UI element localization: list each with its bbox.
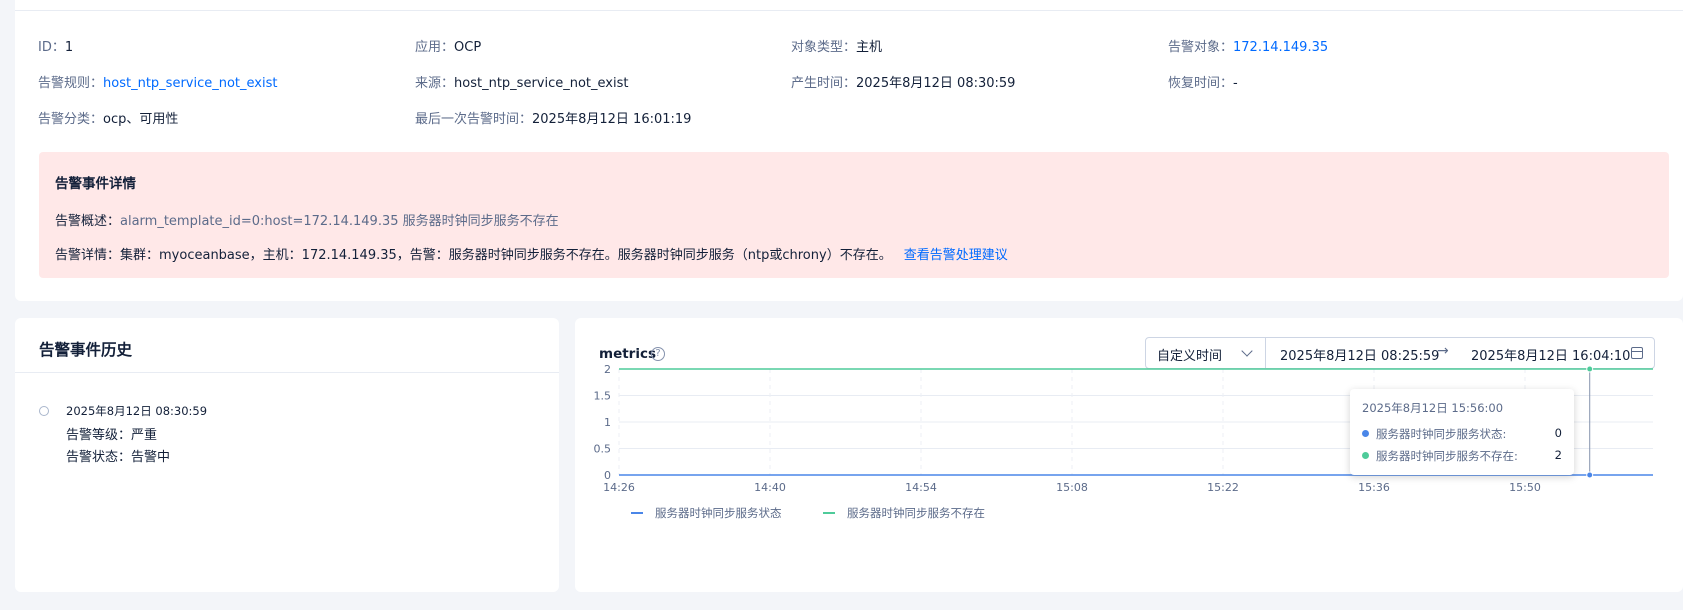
field-source: 来源：host_ntp_service_not_exist [415,72,628,91]
field-target: 告警对象：172.14.149.35 [1168,36,1328,55]
tooltip-row-not-exist: 服务器时钟同步服务不存在: 2 [1362,448,1562,464]
tooltip-row-value: 2 [1554,448,1562,462]
recovered-time-value: - [1233,76,1238,91]
tooltip-row-status: 服务器时钟同步服务状态: 0 [1362,426,1562,442]
field-rule: 告警规则：host_ntp_service_not_exist [38,72,277,91]
field-id: ID：1 [38,36,73,55]
alarm-summary-label: 告警概述： [55,214,121,229]
legend-label: 服务器时钟同步服务状态 [655,506,782,520]
series-dot-icon [1362,452,1369,459]
target-label: 告警对象： [1168,40,1234,55]
field-object-type: 对象类型：主机 [791,36,882,55]
alarm-history-card: 告警事件历史 2025年8月12日 08:30:59 告警等级：严重 告警状态：… [15,318,559,592]
tooltip-row-value: 0 [1554,426,1562,440]
id-value: 1 [64,40,74,55]
timeline-status: 告警状态：告警中 [66,450,171,465]
alarm-detail-label: 告警详情： [55,248,121,263]
target-link[interactable]: 172.14.149.35 [1233,40,1328,55]
rule-label: 告警规则： [38,76,104,91]
card-divider [15,10,1683,11]
category-label: 告警分类： [38,112,104,127]
timeline-dot-icon [39,406,49,416]
alarm-detail-title: 告警事件详情 [55,176,136,192]
timeline-level: 告警等级：严重 [66,428,158,443]
last-alarm-time-value: 2025年8月12日 16:01:19 [532,112,692,127]
last-alarm-time-label: 最后一次告警时间： [415,112,533,127]
series-hover-point [1586,365,1594,373]
recovered-time-label: 恢复时间： [1168,76,1234,91]
source-label: 来源： [415,76,455,91]
y-tick-label: 1 [604,416,611,429]
app-label: 应用： [415,40,455,55]
x-tick-label: 14:40 [754,481,786,494]
y-tick-label: 1.5 [594,390,612,403]
alarm-detail-row: 告警详情：集群：myoceanbase，主机：172.14.149.35，告警：… [55,244,1008,263]
metrics-card: metrics ? 自定义时间 2025年8月12日 08:25:59 → 20… [575,318,1683,592]
created-time-label: 产生时间： [791,76,857,91]
view-advice-link[interactable]: 查看告警处理建议 [904,248,1008,263]
source-value: host_ntp_service_not_exist [454,76,629,91]
alarm-detail-value: 集群：myoceanbase，主机：172.14.149.35，告警：服务器时钟… [120,248,892,263]
object-type-value: 主机 [856,40,883,55]
alarm-summary-value: alarm_template_id=0:host=172.14.149.35 服… [120,214,559,229]
chart-tooltip: 2025年8月12日 15:56:00 服务器时钟同步服务状态: 0 服务器时钟同… [1350,389,1574,475]
x-tick-label: 15:08 [1056,481,1088,494]
y-tick-label: 2 [604,363,611,376]
id-label: ID： [38,40,65,55]
field-app: 应用：OCP [415,36,481,55]
tooltip-row-name: 服务器时钟同步服务不存在: [1376,449,1518,463]
alarm-info-card: ID：1 应用：OCP 对象类型：主机 告警对象：172.14.149.35 告… [15,0,1683,301]
tooltip-time: 2025年8月12日 15:56:00 [1362,401,1504,415]
alarm-detail-box: 告警事件详情 告警概述：alarm_template_id=0:host=172… [39,152,1669,278]
field-created-time: 产生时间：2025年8月12日 08:30:59 [791,72,1015,91]
y-tick-label: 0.5 [594,443,612,456]
x-tick-label: 15:22 [1207,481,1239,494]
created-time-value: 2025年8月12日 08:30:59 [856,76,1016,91]
alarm-summary-row: 告警概述：alarm_template_id=0:host=172.14.149… [55,210,559,229]
x-tick-label: 14:26 [603,481,635,494]
history-divider [15,372,559,373]
series-dot-icon [1362,430,1369,437]
app-value: OCP [454,40,482,55]
x-tick-label: 14:54 [905,481,937,494]
timeline-time: 2025年8月12日 08:30:59 [66,404,208,418]
x-tick-label: 15:36 [1358,481,1390,494]
field-last-alarm-time: 最后一次告警时间：2025年8月12日 16:01:19 [415,108,691,127]
history-title: 告警事件历史 [39,341,133,359]
category-value: ocp、可用性 [103,112,179,127]
field-category: 告警分类：ocp、可用性 [38,108,178,127]
tooltip-row-name: 服务器时钟同步服务状态: [1376,427,1507,441]
object-type-label: 对象类型： [791,40,857,55]
field-recovered-time: 恢复时间：- [1168,72,1238,91]
x-tick-label: 15:50 [1509,481,1541,494]
series-hover-point [1586,471,1594,479]
rule-link[interactable]: host_ntp_service_not_exist [103,76,277,91]
legend-label: 服务器时钟同步服务不存在 [847,506,985,520]
